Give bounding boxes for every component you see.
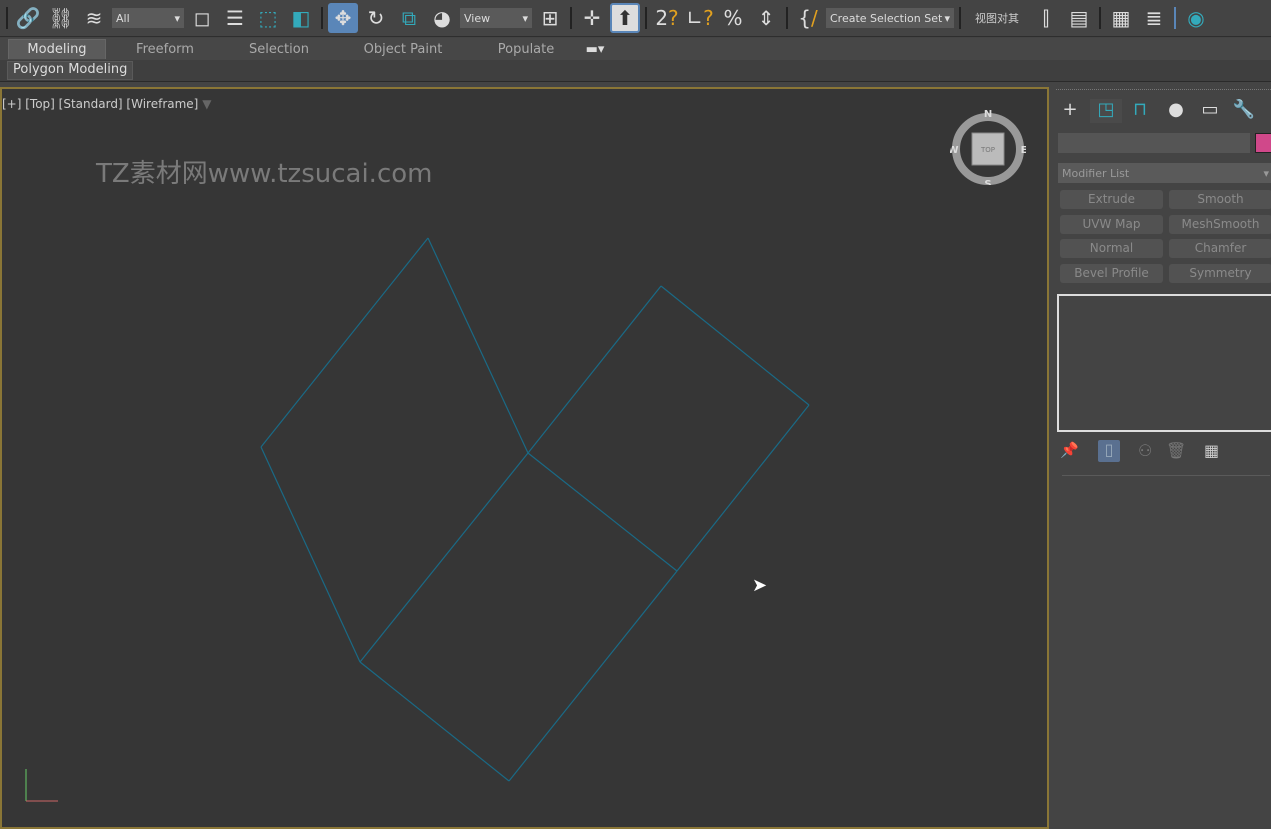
wireframe-edge [676, 404, 810, 572]
modifier-button-bevel-profile[interactable]: Bevel Profile [1060, 264, 1163, 284]
modifier-stack[interactable] [1057, 294, 1271, 432]
modifier-button-normal[interactable]: Normal [1060, 239, 1163, 259]
wireframe-edge [527, 452, 678, 572]
polygon-modeling-panel[interactable]: Polygon Modeling [7, 61, 134, 80]
tab-modeling[interactable]: Modeling [8, 39, 106, 59]
modifier-button-smooth[interactable]: Smooth [1169, 190, 1271, 209]
wireframe-edge [359, 452, 529, 663]
divider [1062, 475, 1270, 476]
show-end-result-icon[interactable]: ▯ [1098, 440, 1120, 462]
selection-filter-value: All [116, 11, 130, 25]
tab-object-paint[interactable]: Object Paint [334, 40, 472, 59]
modifier-button-extrude[interactable]: Extrude [1060, 190, 1163, 209]
snap-2.5-icon[interactable]: 2? [652, 3, 682, 33]
modifier-button-chamfer[interactable]: Chamfer [1169, 239, 1271, 259]
viewport-top[interactable]: [+] [Top] [Standard] [Wireframe] ▼ TZ素材网… [0, 87, 1049, 829]
compass-w: W [950, 145, 959, 156]
ribbon-tabs: Modeling Freeform Selection Object Paint… [0, 38, 1271, 60]
mirror-icon[interactable]: ⫿ [1031, 3, 1061, 33]
unlink-icon[interactable]: ⛓ [46, 3, 76, 33]
align-icon[interactable]: ▤ [1064, 3, 1094, 33]
modifier-button-uvw-map[interactable]: UVW Map [1060, 214, 1163, 234]
compass-s: S [984, 179, 991, 185]
remove-modifier-icon[interactable]: 🗑 [1166, 441, 1186, 460]
named-selection-value: Create Selection Set [830, 11, 943, 25]
viewcube-face[interactable]: TOP [980, 146, 995, 154]
angle-snap-icon[interactable]: ∟? [685, 3, 715, 33]
wireframe-edge [527, 285, 662, 454]
rotate-icon[interactable]: ↻ [361, 3, 391, 33]
panel-grip[interactable] [1056, 89, 1271, 92]
wireframe-edge [260, 446, 361, 663]
modifier-list-label: Modifier List [1062, 166, 1130, 180]
scale-icon[interactable]: ⧉ [394, 3, 424, 33]
filter-icon[interactable]: ▼ [202, 97, 211, 111]
wireframe-edge [660, 285, 810, 406]
select-object-icon[interactable]: ◻ [187, 3, 217, 33]
main-toolbar: 🔗 ⛓ ≋ All ▾ ◻ ☰ ⬚ ◧ ✥ ↻ ⧉ ◕ View ▾ ⊞ ✛ ⬆ 2… [0, 0, 1271, 37]
tab-populate[interactable]: Populate [472, 40, 580, 59]
pin-stack-icon[interactable]: 📌 [1060, 441, 1079, 459]
link-icon[interactable]: 🔗 [13, 3, 43, 33]
spinner-snap-icon[interactable]: ⇕ [751, 3, 781, 33]
pivot-icon[interactable]: ⊞ [535, 3, 565, 33]
window-crossing-icon[interactable]: ◧ [286, 3, 316, 33]
modifier-button-symmetry[interactable]: Symmetry [1169, 264, 1271, 284]
scene-explorer-icon[interactable]: ▦ [1106, 3, 1136, 33]
keyboard-shortcut-icon[interactable]: ⬆ [610, 3, 640, 33]
bind-space-warp-icon[interactable]: ≋ [79, 3, 109, 33]
motion-icon[interactable]: ● [1160, 99, 1192, 123]
wireframe-edge [359, 661, 510, 782]
compass-n: N [984, 109, 992, 120]
select-by-name-icon[interactable]: ☰ [220, 3, 250, 33]
edit-named-sets-icon[interactable]: {/ [793, 3, 823, 33]
compass-e: E [1021, 145, 1026, 156]
tab-selection[interactable]: Selection [224, 40, 334, 59]
ribbon-panel: Polygon Modeling [0, 60, 1271, 82]
mouse-cursor-icon: ➤ [752, 575, 768, 596]
object-name-input[interactable] [1058, 133, 1250, 153]
create-icon[interactable]: + [1054, 99, 1086, 123]
ribbon-options-icon[interactable]: ▬▾ [580, 40, 610, 59]
display-icon[interactable]: ▭ [1194, 99, 1226, 123]
wireframe-edge [260, 237, 429, 448]
modify-icon[interactable]: ◳ [1090, 99, 1122, 123]
wireframe-edge [508, 570, 678, 782]
manipulate-icon[interactable]: ✛ [577, 3, 607, 33]
make-unique-icon[interactable]: ⚇ [1138, 441, 1152, 460]
viewport-label-text: [+] [Top] [Standard] [Wireframe] [2, 97, 199, 111]
modifier-list-dropdown[interactable]: Modifier List ▾ [1058, 163, 1271, 183]
reference-coord-value: View [464, 11, 491, 25]
rect-selection-icon[interactable]: ⬚ [253, 3, 283, 33]
percent-snap-icon[interactable]: % [718, 3, 748, 33]
configure-modifier-sets-icon[interactable]: ▦ [1204, 441, 1219, 460]
command-panel: + ◳ ⊓ ● ▭ 🔧 Modifier List ▾ Extrude Smooth… [1052, 87, 1271, 829]
viewcube[interactable]: TOP N S E W [950, 109, 1026, 185]
modifier-button-meshsmooth[interactable]: MeshSmooth [1169, 214, 1271, 234]
reference-coord-dropdown[interactable]: View ▾ [460, 8, 532, 28]
hierarchy-icon[interactable]: ⊓ [1124, 99, 1156, 123]
align-label[interactable]: 视图对其 [966, 10, 1028, 26]
civil-view-icon[interactable]: ◉ [1181, 3, 1211, 33]
watermark: TZ素材网www.tzsucai.com [96, 159, 433, 189]
placement-icon[interactable]: ◕ [427, 3, 457, 33]
utilities-icon[interactable]: 🔧 [1228, 99, 1260, 123]
object-color-swatch[interactable] [1255, 133, 1271, 153]
move-icon[interactable]: ✥ [328, 3, 358, 33]
layer-explorer-icon[interactable]: ≣ [1139, 3, 1169, 33]
named-selection-dropdown[interactable]: Create Selection Set ▾ [826, 8, 954, 28]
wireframe-geometry [260, 237, 810, 782]
axis-tripod-icon [25, 769, 58, 802]
wireframe-edge [427, 237, 529, 454]
viewport-label[interactable]: [+] [Top] [Standard] [Wireframe] ▼ [2, 97, 211, 111]
selection-filter-dropdown[interactable]: All ▾ [112, 8, 184, 28]
tab-freeform[interactable]: Freeform [106, 40, 224, 59]
